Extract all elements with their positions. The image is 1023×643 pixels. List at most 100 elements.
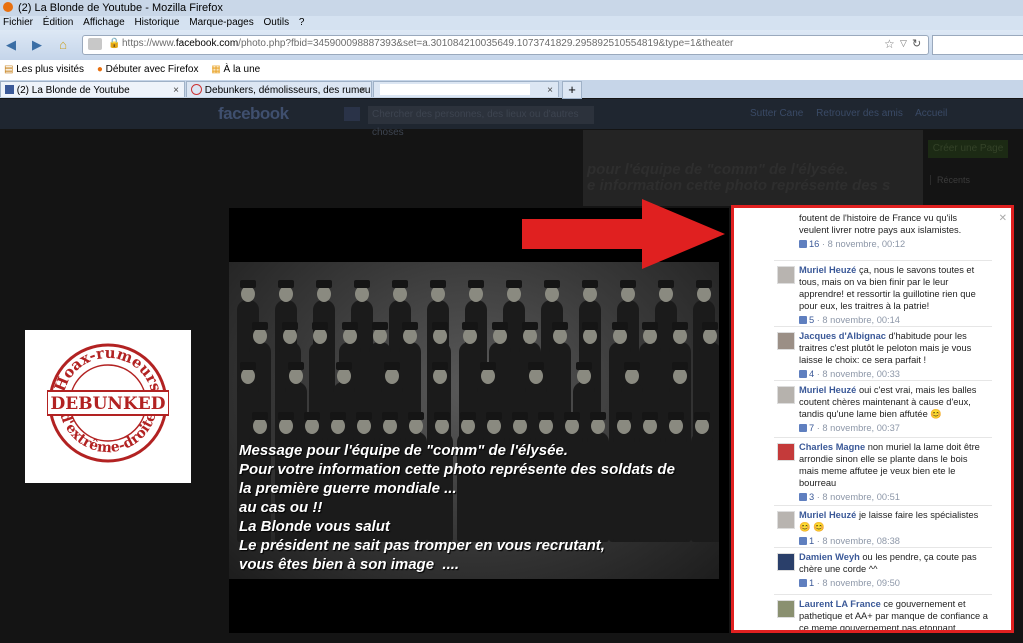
facebook-search-input[interactable]: Chercher des personnes, des lieux ou d'a… <box>368 106 594 138</box>
soldier-kepi <box>590 412 606 420</box>
comment-date[interactable]: · 8 novembre, 00:37 <box>814 423 900 433</box>
close-icon[interactable]: ✕ <box>999 213 1007 224</box>
friend-requests-icon[interactable] <box>344 107 360 121</box>
window-title: (2) La Blonde de Youtube - Mozilla Firef… <box>18 2 223 14</box>
close-tab-icon[interactable]: × <box>547 82 553 97</box>
soldier-kepi <box>486 412 502 420</box>
soldier-head <box>545 286 559 302</box>
soldier-head <box>621 286 635 302</box>
bookmark-headlines[interactable]: À la une <box>224 64 261 75</box>
comment-date[interactable]: · 8 novembre, 09:50 <box>814 578 900 588</box>
soldier-kepi <box>672 362 688 370</box>
comment-separator <box>774 505 992 506</box>
close-tab-icon[interactable]: × <box>173 82 179 97</box>
avatar[interactable] <box>777 600 795 618</box>
soldier-head <box>355 286 369 302</box>
comment: Charles Magne non muriel la lame doit êt… <box>799 441 989 503</box>
nav-find-friends[interactable]: Retrouver des amis <box>816 108 903 119</box>
reload-icon[interactable]: ↻ <box>912 37 921 50</box>
menu-fichier[interactable]: Fichier <box>3 17 33 28</box>
forward-icon[interactable]: ▶ <box>30 38 44 52</box>
comment-separator <box>774 594 992 595</box>
create-page-button[interactable]: Créer une Page <box>928 140 1008 158</box>
soldier-kepi <box>432 322 448 330</box>
soldier-kepi <box>582 322 598 330</box>
soldier-kepi <box>354 280 370 288</box>
site-icon <box>191 84 202 95</box>
site-identity-icon[interactable] <box>88 38 102 50</box>
comment: foutent de l'histoire de France vu qu'il… <box>799 212 989 250</box>
soldier-head <box>331 418 345 434</box>
soldier-kepi <box>330 412 346 420</box>
like-icon[interactable] <box>799 424 807 432</box>
soldier-kepi <box>538 412 554 420</box>
avatar[interactable] <box>777 386 795 404</box>
like-icon[interactable] <box>799 579 807 587</box>
avatar[interactable] <box>777 332 795 350</box>
facebook-logo[interactable]: facebook <box>218 104 289 124</box>
like-count[interactable]: 16 <box>809 239 819 249</box>
soldier-kepi <box>612 322 628 330</box>
comment-date[interactable]: · 8 novembre, 00:12 <box>819 239 905 249</box>
comment-author[interactable]: Muriel Heuzé <box>799 385 859 395</box>
comment-author[interactable]: Muriel Heuzé <box>799 510 859 520</box>
comment-author[interactable]: Damien Weyh <box>799 552 862 562</box>
url-domain: facebook.com <box>175 38 239 49</box>
like-icon[interactable] <box>799 240 807 248</box>
soldier-head <box>357 418 371 434</box>
soldier-head <box>469 286 483 302</box>
soldier-head <box>433 368 447 384</box>
avatar[interactable] <box>777 443 795 461</box>
comment-date[interactable]: · 8 novembre, 00:51 <box>814 492 900 502</box>
dropdown-icon[interactable]: ▽ <box>900 38 907 49</box>
menu-edition[interactable]: Édition <box>43 17 74 28</box>
like-icon[interactable] <box>799 493 807 501</box>
home-icon[interactable]: ⌂ <box>56 38 70 52</box>
like-icon[interactable] <box>799 316 807 324</box>
menu-historique[interactable]: Historique <box>134 17 179 28</box>
comment-author[interactable]: Muriel Heuzé <box>799 265 859 275</box>
url-text[interactable]: https://www.facebook.com/photo.php?fbid=… <box>122 37 733 51</box>
comment-date[interactable]: · 8 novembre, 00:14 <box>814 315 900 325</box>
close-tab-icon[interactable]: × <box>360 82 366 97</box>
like-icon[interactable] <box>799 537 807 545</box>
soldier-head <box>553 328 567 344</box>
url-prefix: https://www. <box>122 38 176 49</box>
soldier-head <box>409 418 423 434</box>
new-tab-button[interactable]: + <box>562 81 582 99</box>
soldier-kepi <box>492 322 508 330</box>
comment-author[interactable]: Jacques d'Albignac <box>799 331 889 341</box>
comment-date[interactable]: · 8 novembre, 08:38 <box>814 536 900 546</box>
menu-marque-pages[interactable]: Marque-pages <box>189 17 253 28</box>
nav-home[interactable]: Accueil <box>915 108 947 119</box>
tab-la-blonde[interactable]: (2) La Blonde de Youtube × <box>0 81 185 97</box>
avatar[interactable] <box>777 511 795 529</box>
soldier-kepi <box>480 362 496 370</box>
avatar[interactable] <box>777 266 795 284</box>
soldier-kepi <box>252 322 268 330</box>
lock-icon: 🔒 <box>108 38 121 49</box>
comment-author[interactable]: Charles Magne <box>799 442 868 452</box>
menu-help[interactable]: ? <box>299 17 305 28</box>
soldier-kepi <box>658 280 674 288</box>
soldier-kepi <box>430 280 446 288</box>
back-icon[interactable]: ◀ <box>4 38 18 52</box>
search-input[interactable] <box>932 35 1023 55</box>
soldier-head <box>539 418 553 434</box>
soldier-kepi <box>402 322 418 330</box>
avatar[interactable] <box>777 553 795 571</box>
menu-affichage[interactable]: Affichage <box>83 17 125 28</box>
comment-author[interactable]: Laurent LA France <box>799 599 883 609</box>
like-icon[interactable] <box>799 370 807 378</box>
soldier-head <box>643 328 657 344</box>
tab-debunkers[interactable]: Debunkers, démolisseurs, des rumeur... × <box>186 81 372 97</box>
comment-date[interactable]: · 8 novembre, 00:33 <box>814 369 900 379</box>
bookmark-getting-started[interactable]: Débuter avec Firefox <box>106 64 199 75</box>
bookmark-most-visited[interactable]: Les plus visités <box>16 64 84 75</box>
menu-outils[interactable]: Outils <box>264 17 290 28</box>
soldier-head <box>481 368 495 384</box>
tab-empty[interactable]: × <box>373 81 559 97</box>
bookmark-star-icon[interactable]: ☆ <box>884 37 895 51</box>
soldier-head <box>613 328 627 344</box>
nav-profile[interactable]: Sutter Cane <box>750 108 803 119</box>
